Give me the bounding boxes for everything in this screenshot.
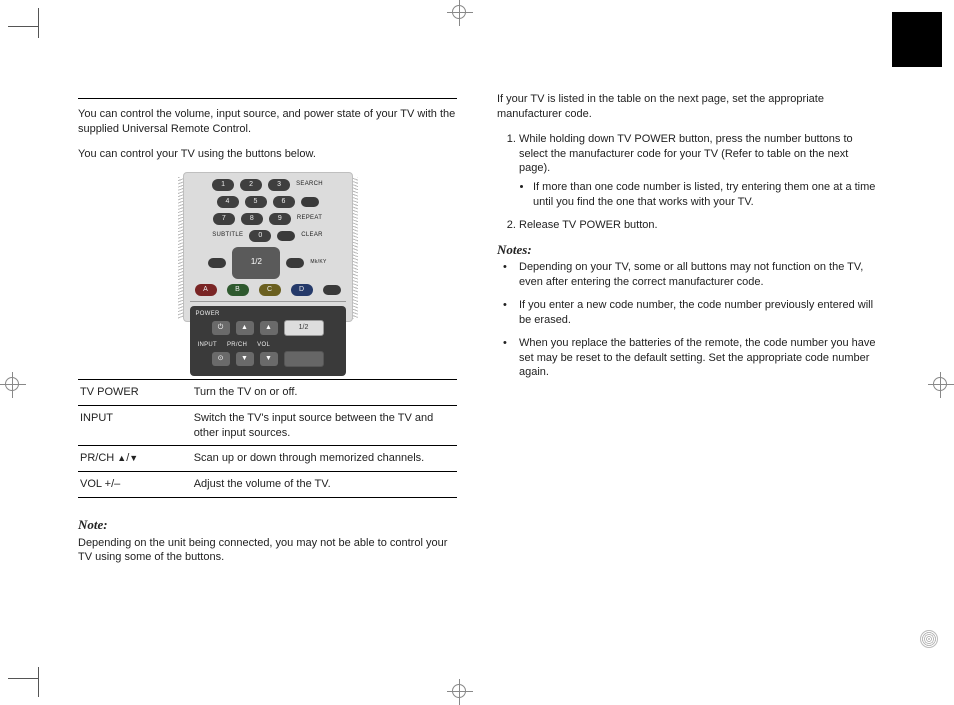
remote-power-btn: ⏻ xyxy=(212,321,230,335)
remote-brand-1: 1/2 xyxy=(284,320,324,336)
cell-btn: PR/CH / xyxy=(78,446,192,472)
remote-color-a: A xyxy=(195,284,217,296)
page-stamp-icon xyxy=(920,630,938,648)
note-item: Depending on your TV, some or all button… xyxy=(497,260,876,290)
crop-mark xyxy=(8,678,38,679)
remote-clear-btn xyxy=(286,258,304,268)
remote-label-vol: VOL xyxy=(257,341,270,349)
table-row: INPUT Switch the TV's input source betwe… xyxy=(78,405,457,446)
cell-btn: INPUT xyxy=(78,405,192,446)
left-column: You can control the volume, input source… xyxy=(78,92,457,565)
crop-mark xyxy=(8,26,38,27)
remote-illustration: 1 2 3 SEARCH 4 5 6 7 8 9 xyxy=(78,172,457,365)
remote-input-btn: ⊙ xyxy=(212,352,230,366)
remote-vol-up-btn: ▲ xyxy=(260,321,278,335)
remote-label-clear: CLEAR xyxy=(301,231,323,239)
cell-btn: VOL +/– xyxy=(78,472,192,498)
remote-ch-up-btn: ▲ xyxy=(236,321,254,335)
remote-num-5: 5 xyxy=(245,196,267,208)
remote-repeat-btn xyxy=(277,231,295,241)
notes-heading: Notes: xyxy=(497,241,876,259)
remote-brand-2 xyxy=(284,351,324,367)
cell-desc: Switch the TV's input source between the… xyxy=(192,405,457,446)
remote-color-c: C xyxy=(259,284,281,296)
setup-steps: While holding down TV POWER button, pres… xyxy=(497,132,876,233)
registration-mark-bottom xyxy=(447,679,473,705)
remote-subtitle-btn xyxy=(208,258,226,268)
remote-label-power: POWER xyxy=(196,310,220,318)
remote-num-2: 2 xyxy=(240,179,262,191)
table-row: TV POWER Turn the TV on or off. xyxy=(78,379,457,405)
remote-label-input: INPUT xyxy=(198,341,218,349)
registration-mark-top xyxy=(447,0,473,26)
crop-mark xyxy=(38,667,39,697)
note-item: If you enter a new code number, the code… xyxy=(497,298,876,328)
registration-mark-left xyxy=(0,372,26,398)
remote-num-0: 0 xyxy=(249,230,271,242)
registration-mark-right xyxy=(928,372,954,398)
remote-num-6: 6 xyxy=(273,196,295,208)
remote-num-7: 7 xyxy=(213,213,235,225)
remote-search-btn xyxy=(301,197,319,207)
remote-label-search: SEARCH xyxy=(296,180,323,188)
notes-list: Depending on your TV, some or all button… xyxy=(497,260,876,380)
remote-mkr-btn xyxy=(323,285,341,295)
remote-num-8: 8 xyxy=(241,213,263,225)
remote-color-b: B xyxy=(227,284,249,296)
button-function-table: TV POWER Turn the TV on or off. INPUT Sw… xyxy=(78,379,457,498)
remote-dpad-icon: 1/2 xyxy=(232,247,280,279)
page-tab xyxy=(892,12,942,67)
cell-desc: Scan up or down through memorized channe… xyxy=(192,446,457,472)
remote-label-prch: PR/CH xyxy=(227,341,247,349)
note-heading: Note: xyxy=(78,516,457,534)
remote-label-subtitle: SUBTITLE xyxy=(212,231,243,239)
table-row: PR/CH / Scan up or down through memorize… xyxy=(78,446,457,472)
triangle-down-icon xyxy=(129,452,138,464)
remote-num-1: 1 xyxy=(212,179,234,191)
intro-text-1: You can control the volume, input source… xyxy=(78,107,457,137)
remote-color-d: D xyxy=(291,284,313,296)
step-1: While holding down TV POWER button, pres… xyxy=(519,132,876,210)
cell-desc: Adjust the volume of the TV. xyxy=(192,472,457,498)
step-1-sub: If more than one code number is listed, … xyxy=(533,180,876,210)
note-body: Depending on the unit being connected, y… xyxy=(78,536,457,566)
remote-num-9: 9 xyxy=(269,213,291,225)
table-row: VOL +/– Adjust the volume of the TV. xyxy=(78,472,457,498)
triangle-up-icon xyxy=(117,452,126,464)
remote-ch-dn-btn: ▼ xyxy=(236,352,254,366)
right-column: If your TV is listed in the table on the… xyxy=(497,92,876,565)
page-content: You can control the volume, input source… xyxy=(78,92,876,565)
intro-text-2: You can control your TV using the button… xyxy=(78,147,457,162)
remote-label-repeat: REPEAT xyxy=(297,214,322,222)
remote-num-4: 4 xyxy=(217,196,239,208)
step-2: Release TV POWER button. xyxy=(519,218,876,233)
remote-vol-dn-btn: ▼ xyxy=(260,352,278,366)
step-1-text: While holding down TV POWER button, pres… xyxy=(519,133,853,175)
crop-mark xyxy=(38,8,39,38)
remote-num-3: 3 xyxy=(268,179,290,191)
cell-desc: Turn the TV on or off. xyxy=(192,379,457,405)
cell-btn: TV POWER xyxy=(78,379,192,405)
remote-label-mkr: Mk/KY xyxy=(310,259,326,266)
note-item: When you replace the batteries of the re… xyxy=(497,336,876,381)
section-rule xyxy=(78,98,457,99)
right-intro: If your TV is listed in the table on the… xyxy=(497,92,876,122)
